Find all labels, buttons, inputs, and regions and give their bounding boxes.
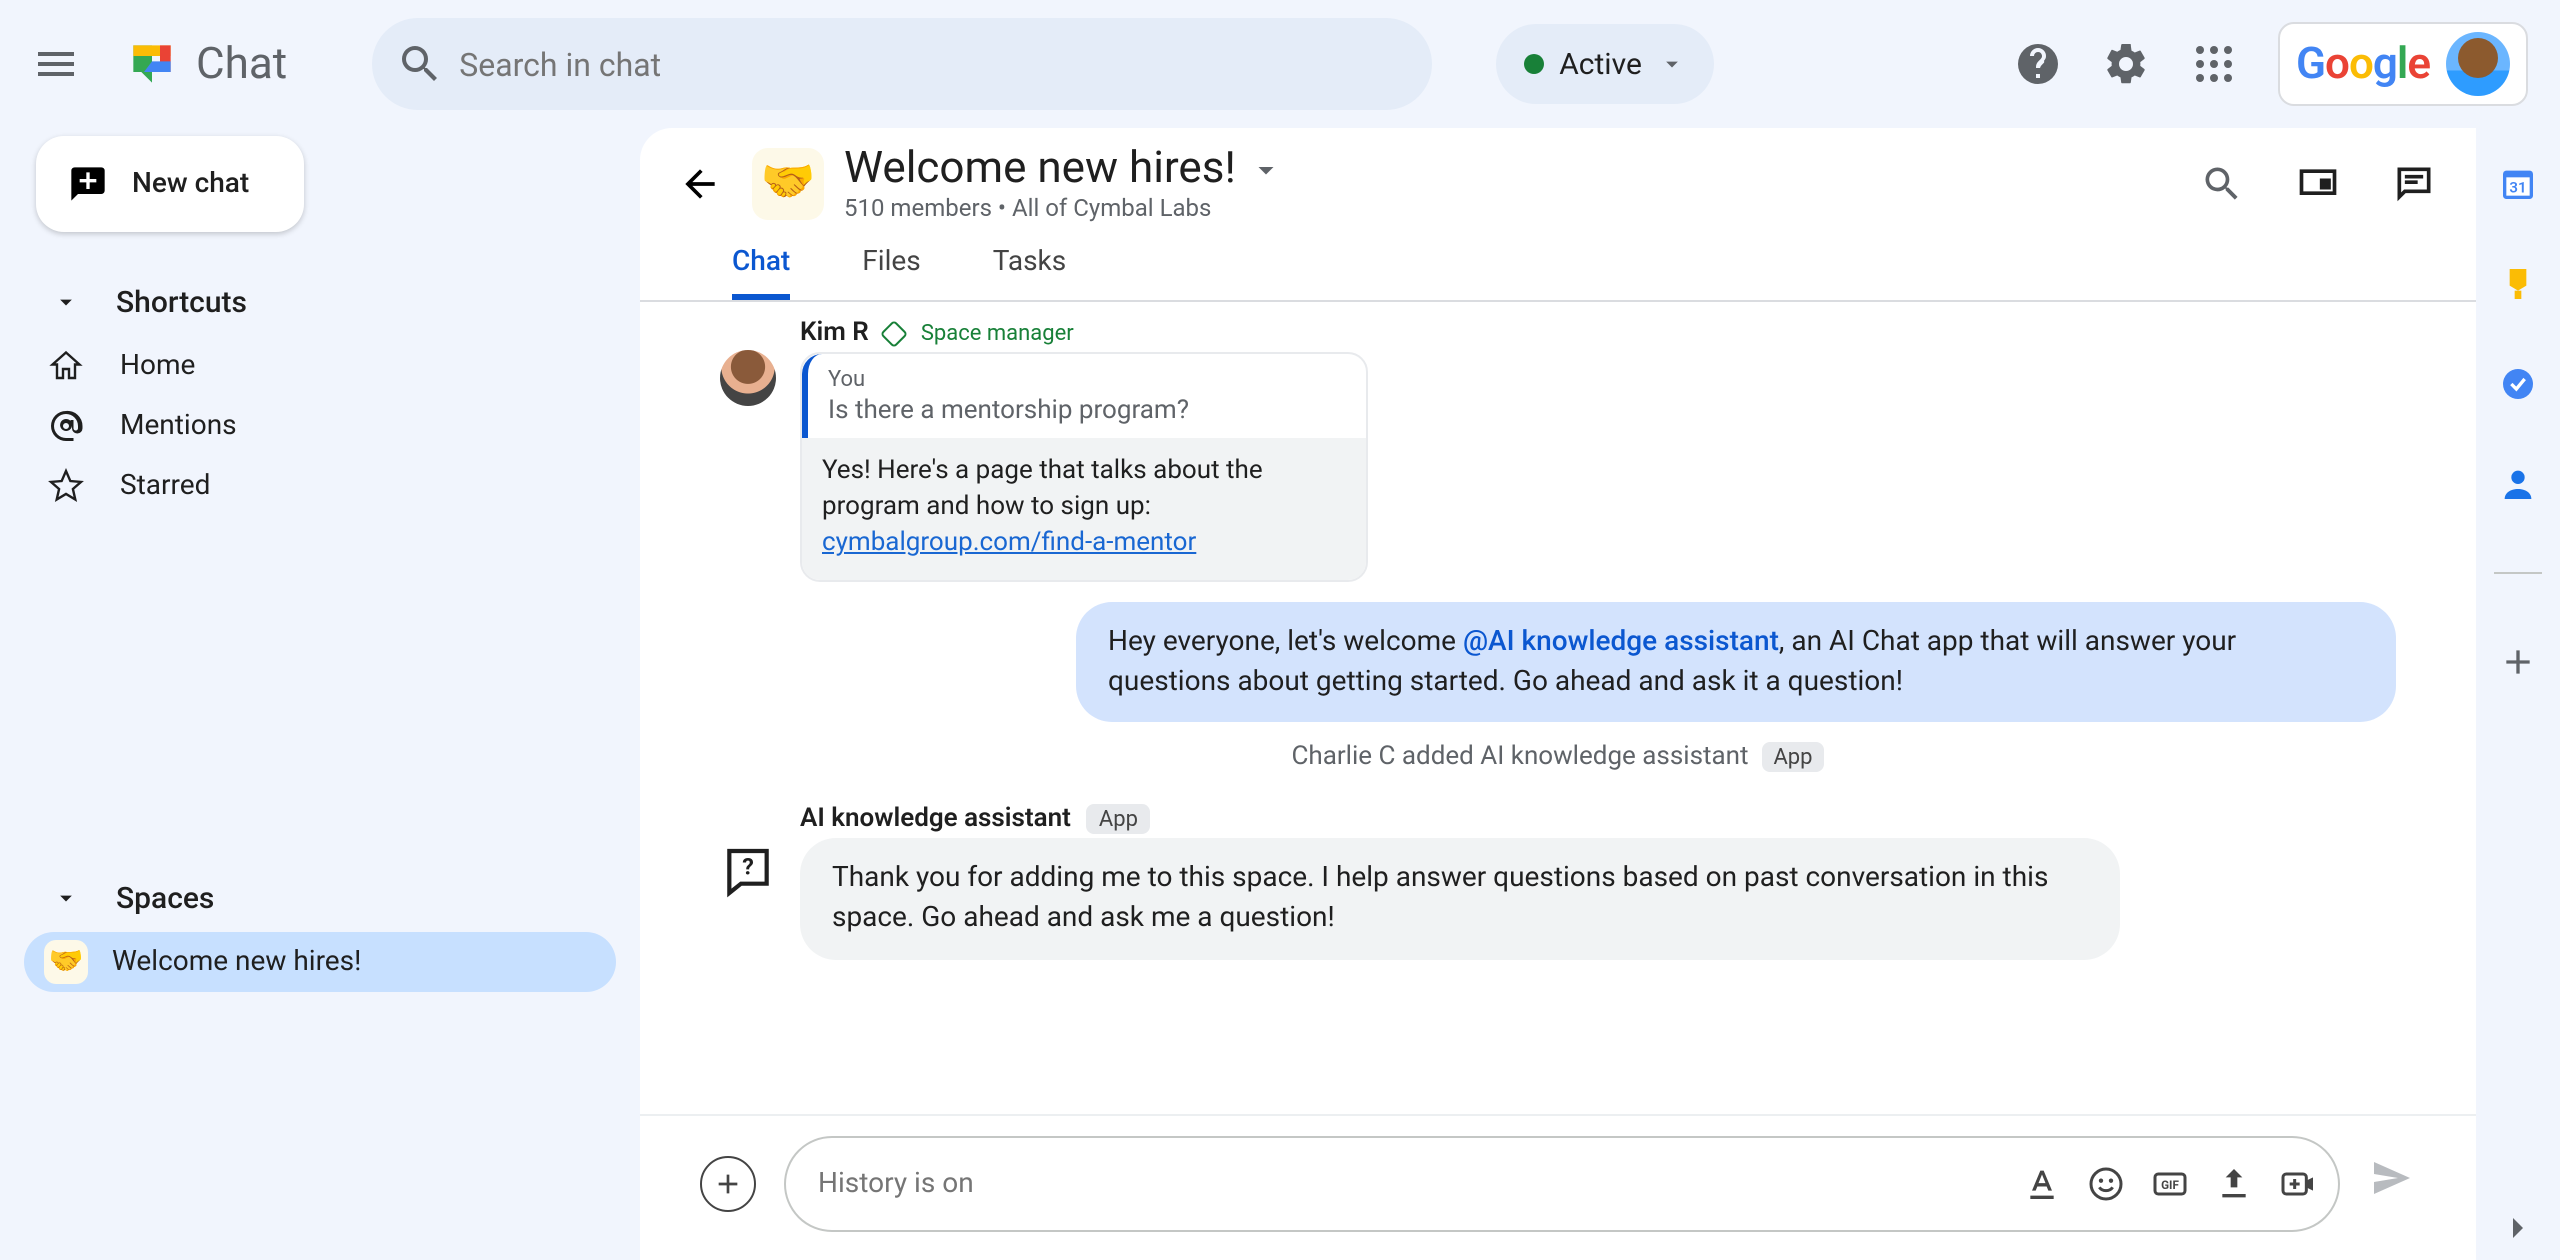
google-account-box[interactable]: Google: [2278, 22, 2528, 106]
status-label: Active: [1559, 46, 1642, 82]
system-event: Charlie C added AI knowledge assistant A…: [720, 742, 2396, 772]
quote-text: Is there a mentorship program?: [828, 396, 1346, 426]
caret-down-icon: [52, 884, 80, 912]
app-chip: App: [1087, 804, 1150, 834]
search-icon: [387, 32, 451, 96]
nav-mentions-label: Mentions: [120, 410, 237, 442]
space-title-button[interactable]: Welcome new hires!: [844, 144, 1284, 194]
chat-logo-icon: [120, 32, 184, 96]
avatar-kim[interactable]: [720, 350, 776, 406]
svg-text:31: 31: [2509, 178, 2526, 196]
main-menu-button[interactable]: [16, 24, 96, 104]
nav-home[interactable]: Home: [24, 336, 616, 396]
mentor-link[interactable]: cymbalgroup.com/find-a-mentor: [822, 529, 1196, 559]
calendar-icon[interactable]: 31: [2498, 164, 2538, 204]
new-chat-button[interactable]: New chat: [36, 136, 304, 232]
gif-icon[interactable]: GIF: [2150, 1164, 2190, 1204]
apps-grid-button[interactable]: [2174, 24, 2254, 104]
compose-input[interactable]: [818, 1168, 2022, 1200]
send-icon: [2368, 1154, 2416, 1202]
video-upload-icon[interactable]: [2278, 1164, 2318, 1204]
search-in-space-button[interactable]: [2188, 149, 2256, 217]
mention-chip[interactable]: @AI knowledge assistant: [1463, 625, 1779, 657]
sender-name: AI knowledge assistant: [800, 804, 1071, 834]
side-panel: 31: [2476, 128, 2560, 1260]
system-text: Charlie C added AI knowledge assistant: [1291, 742, 1748, 772]
message-outgoing: Hey everyone, let's welcome @AI knowledg…: [1076, 601, 2396, 722]
svg-text:?: ?: [742, 853, 754, 881]
present-screen-button[interactable]: [2284, 149, 2352, 217]
space-item-label: Welcome new hires!: [112, 946, 361, 978]
back-button[interactable]: [668, 151, 732, 215]
space-item-welcome-new-hires[interactable]: 🤝 Welcome new hires!: [24, 932, 616, 992]
svg-text:GIF: GIF: [2161, 1178, 2179, 1192]
new-chat-icon: [68, 164, 108, 204]
message-body: Thank you for adding me to this space. I…: [800, 838, 2120, 959]
format-icon[interactable]: [2022, 1164, 2062, 1204]
plus-icon: [712, 1168, 744, 1200]
status-selector[interactable]: Active: [1495, 24, 1714, 104]
status-dot-icon: [1523, 54, 1543, 74]
avatar-app[interactable]: ?: [720, 844, 776, 900]
quoted-reply-card: You Is there a mentorship program? Yes! …: [800, 352, 1368, 581]
sender-name: Kim R: [800, 318, 869, 348]
nav-starred-label: Starred: [120, 470, 210, 502]
app-name: Chat: [196, 39, 287, 89]
account-avatar[interactable]: [2446, 32, 2510, 96]
space-manager-diamond-icon: [881, 319, 909, 347]
settings-button[interactable]: [2086, 24, 2166, 104]
spaces-section-toggle[interactable]: Spaces: [24, 864, 616, 932]
thread-panel-button[interactable]: [2380, 149, 2448, 217]
message-kim: Kim R Space manager You Is there a mento…: [720, 318, 2396, 581]
expand-panel-icon[interactable]: [2498, 1208, 2538, 1248]
keep-icon[interactable]: [2498, 264, 2538, 304]
shortcuts-label: Shortcuts: [116, 284, 247, 320]
message-app: ? AI knowledge assistant App Thank you f…: [720, 792, 2396, 959]
spaces-label: Spaces: [116, 880, 214, 916]
compose-add-button[interactable]: [700, 1156, 756, 1212]
new-chat-label: New chat: [132, 168, 249, 200]
nav-mentions[interactable]: Mentions: [24, 396, 616, 456]
quote-author: You: [828, 366, 1346, 392]
get-addons-icon[interactable]: [2498, 642, 2538, 682]
space-avatar: 🤝: [752, 147, 824, 219]
sender-role: Space manager: [921, 320, 1074, 346]
left-nav: New chat Shortcuts Home Mentions Starred…: [0, 128, 640, 1260]
tab-chat[interactable]: Chat: [732, 234, 790, 300]
contacts-icon[interactable]: [2498, 464, 2538, 504]
upload-icon[interactable]: [2214, 1164, 2254, 1204]
send-button[interactable]: [2368, 1154, 2416, 1214]
message-text-pre: Hey everyone, let's welcome: [1108, 625, 1463, 657]
message-text: Yes! Here's a page that talks about the …: [822, 456, 1263, 522]
space-item-emoji: 🤝: [44, 940, 88, 984]
search-bar[interactable]: [371, 18, 1431, 110]
nav-home-label: Home: [120, 350, 195, 382]
tab-tasks[interactable]: Tasks: [993, 234, 1067, 300]
star-icon: [48, 468, 84, 504]
emoji-icon[interactable]: [2086, 1164, 2126, 1204]
caret-down-icon: [52, 288, 80, 316]
message-body: Yes! Here's a page that talks about the …: [802, 438, 1366, 579]
app-logo: Chat: [120, 32, 287, 96]
compose-box[interactable]: GIF: [784, 1136, 2340, 1232]
space-subtitle: 510 members • All of Cymbal Labs: [844, 194, 1284, 222]
search-input[interactable]: [459, 45, 1415, 83]
arrow-back-icon: [678, 161, 722, 205]
chevron-down-icon: [1658, 50, 1686, 78]
help-button[interactable]: [1998, 24, 2078, 104]
shortcuts-section-toggle[interactable]: Shortcuts: [24, 268, 616, 336]
nav-starred[interactable]: Starred: [24, 456, 616, 516]
tab-files[interactable]: Files: [862, 234, 920, 300]
at-icon: [48, 408, 84, 444]
home-icon: [48, 348, 84, 384]
space-title: Welcome new hires!: [844, 144, 1236, 194]
google-wordmark: Google: [2296, 38, 2430, 90]
tasks-icon[interactable]: [2498, 364, 2538, 404]
main-panel: 🤝 Welcome new hires! 510 members • All o…: [640, 128, 2476, 1260]
chevron-down-icon: [1248, 151, 1284, 187]
app-chip: App: [1761, 742, 1824, 772]
